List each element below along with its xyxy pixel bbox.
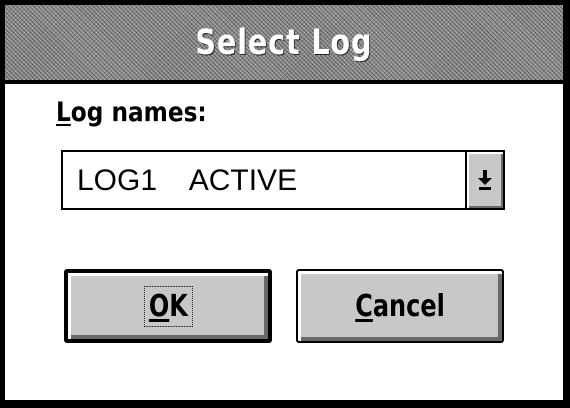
log-names-label-text: og names: — [70, 97, 207, 128]
dropdown-button[interactable] — [465, 152, 503, 208]
cancel-button[interactable]: Cancel — [296, 269, 504, 343]
cancel-button-label: Cancel — [355, 289, 445, 324]
cancel-button-mnemonic: C — [355, 288, 373, 324]
ok-button-label: OK — [143, 285, 193, 327]
cancel-button-text: ancel — [372, 288, 445, 324]
selected-log-value: LOG1 ACTIVE — [77, 164, 298, 197]
title-bar[interactable]: Select Log — [5, 5, 563, 84]
ok-button[interactable]: OK — [64, 269, 272, 343]
log-names-label: Log names: — [56, 97, 207, 128]
select-log-dialog: Select Log Log names: LOG1 ACTIVE OK Can… — [0, 0, 570, 408]
ok-button-text: K — [168, 288, 188, 324]
log-names-combobox[interactable]: LOG1 ACTIVE — [61, 150, 505, 210]
down-arrow-icon — [478, 170, 492, 190]
dialog-title: Select Log — [195, 22, 373, 63]
ok-button-mnemonic: O — [148, 288, 169, 324]
log-names-label-mnemonic: L — [56, 97, 71, 128]
